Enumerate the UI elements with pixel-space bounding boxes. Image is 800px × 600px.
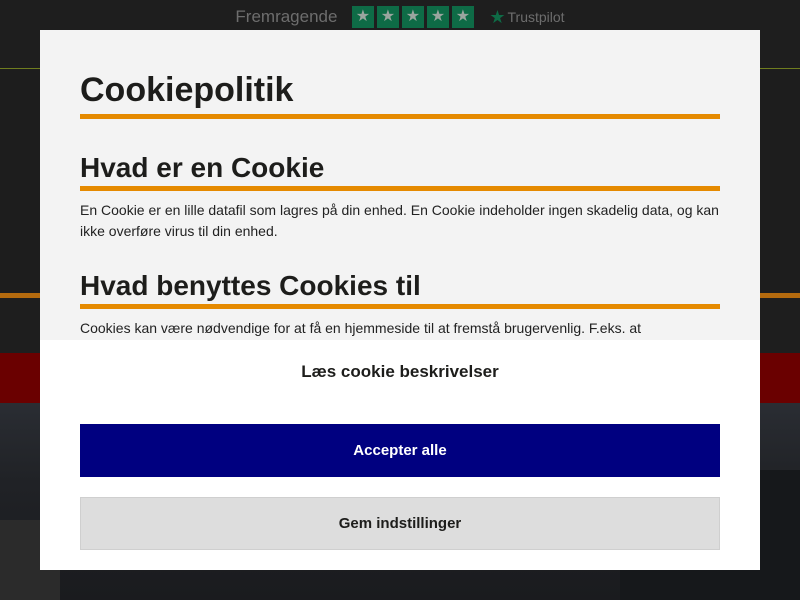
star-icon: ★ <box>401 6 424 28</box>
section-text: En Cookie er en lille datafil som lagres… <box>80 202 719 239</box>
cookie-dialog-footer: Læs cookie beskrivelser Accepter alle Ge… <box>40 340 760 570</box>
trustpilot-widget[interactable]: Fremragende ★ ★ ★ ★ ★ ★ Trustpilot <box>0 6 800 28</box>
trustpilot-logo-icon: ★ <box>489 6 506 27</box>
trustpilot-logo-text: Trustpilot <box>507 9 565 25</box>
star-icon: ★ <box>451 6 474 28</box>
accept-all-button[interactable]: Accepter alle <box>80 424 720 477</box>
trustpilot-rating-text: Fremragende <box>235 7 338 26</box>
section-heading: Hvad er en Cookie <box>80 151 720 191</box>
cookie-dialog: Cookiepolitik Hvad er en Cookie En Cooki… <box>40 30 760 570</box>
read-cookie-descriptions-link[interactable]: Læs cookie beskrivelser <box>40 362 760 382</box>
star-icon: ★ <box>426 6 449 28</box>
save-settings-button[interactable]: Gem indstillinger <box>80 497 720 550</box>
trustpilot-stars: ★ ★ ★ ★ ★ <box>351 6 477 28</box>
section-heading: Hvad benyttes Cookies til <box>80 269 720 309</box>
cookie-policy-title: Cookiepolitik <box>80 70 720 119</box>
cookie-policy-content: Cookiepolitik Hvad er en Cookie En Cooki… <box>80 30 720 381</box>
star-icon: ★ <box>376 6 399 28</box>
star-icon: ★ <box>351 6 374 28</box>
